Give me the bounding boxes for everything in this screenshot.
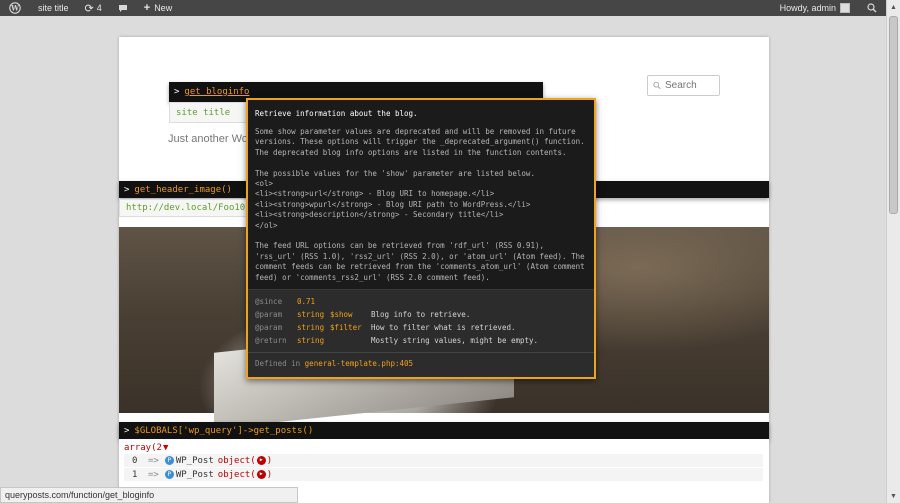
account-menu[interactable]: Howdy, admin (772, 0, 858, 16)
refresh-icon: ⟳ (84, 2, 94, 15)
expand-caret-icon: > (124, 184, 130, 195)
param-desc: Blog info to retrieve. (371, 310, 471, 319)
object-close: ) (266, 469, 273, 480)
new-label: New (154, 3, 173, 13)
expand-caret-icon: > (124, 425, 130, 436)
array-label: array(2 (124, 443, 162, 453)
bloginfo-value: site title (169, 102, 249, 123)
expand-caret-icon: > (174, 87, 180, 97)
doc-summary: Retrieve information about the blog. (255, 109, 418, 118)
class-badge-icon: P (164, 456, 174, 465)
expression-label[interactable]: $GLOBALS['wp_query']->get_posts() (134, 426, 313, 436)
return-line: @return string Mostly string values, mig… (255, 336, 538, 345)
list-item[interactable]: 1 => P WP_Post object( ▶ ) (124, 468, 763, 481)
param-type: string (297, 323, 325, 332)
since-tag: @since (255, 297, 283, 306)
param-tag: @param (255, 323, 283, 332)
comments-link[interactable] (110, 0, 136, 16)
site-title-link[interactable]: site title (30, 0, 77, 16)
divider (248, 352, 594, 353)
svg-text:W: W (10, 3, 19, 12)
posts-array-dump: array(2 ▼ 0 => P WP_Post object( ▶ ) 1 =… (119, 439, 769, 486)
updates-link[interactable]: ⟳ 4 (77, 0, 110, 16)
param-line: @param string $filter How to filter what… (255, 323, 516, 332)
function-name-link[interactable]: get_bloginfo (184, 87, 249, 97)
param-type: string (297, 310, 325, 319)
search-icon (867, 3, 877, 13)
class-name: WP_Post (175, 469, 214, 480)
param-var: $show (330, 310, 353, 319)
expand-object-icon[interactable]: ▶ (256, 470, 266, 479)
site-title-label: site title (38, 3, 69, 13)
plus-icon: + (143, 2, 151, 14)
new-content-link[interactable]: + New (136, 0, 180, 16)
posts-panel[interactable]: > $GLOBALS['wp_query']->get_posts() (119, 422, 769, 439)
class-name: WP_Post (175, 455, 214, 466)
return-type: string (297, 336, 325, 345)
status-url: queryposts.com/function/get_bloginfo (5, 490, 155, 500)
list-item[interactable]: 0 => P WP_Post object( ▶ ) (124, 454, 763, 467)
updates-count: 4 (96, 3, 102, 13)
status-bar: queryposts.com/function/get_bloginfo (0, 487, 298, 503)
return-tag: @return (255, 336, 287, 345)
doc-meta: @since 0.71 @param string $show Blog inf… (248, 289, 594, 377)
avatar (840, 3, 850, 13)
object-type: object( (217, 469, 256, 480)
param-line: @param string $show Blog info to retriev… (255, 310, 470, 319)
defined-in-line: Defined in general-template.php:405 (255, 359, 413, 368)
scroll-up-icon[interactable]: ▲ (887, 0, 900, 14)
collapse-triangle-icon[interactable]: ▼ (163, 443, 168, 453)
item-arrow: => (148, 469, 159, 480)
defined-label: Defined in (255, 359, 301, 368)
function-doc-tooltip: Retrieve information about the blog. Som… (246, 98, 596, 379)
param-desc: How to filter what is retrieved. (371, 323, 516, 332)
defined-file-link[interactable]: general-template.php:405 (305, 359, 413, 368)
item-index: 0 (132, 455, 138, 466)
object-close: ) (266, 455, 273, 466)
greeting-label: Howdy, admin (779, 3, 836, 13)
admin-bar: W site title ⟳ 4 + New Howdy, admin (0, 0, 886, 16)
admin-search-button[interactable] (858, 0, 886, 16)
since-line: @since 0.71 (255, 297, 315, 306)
class-badge-icon: P (164, 470, 174, 479)
item-arrow: => (148, 455, 159, 466)
param-var: $filter (330, 323, 362, 332)
comment-bubble-icon (118, 4, 127, 12)
wordpress-logo-icon[interactable]: W (0, 0, 30, 16)
expand-object-icon[interactable]: ▶ (256, 456, 266, 465)
since-value: 0.71 (297, 297, 316, 306)
site-search-field[interactable] (647, 75, 720, 96)
header-image-value: http://dev.local/Foo10/ (119, 199, 251, 217)
function-name-link[interactable]: get_header_image() (134, 185, 232, 195)
vertical-scrollbar[interactable]: ▲ ▼ (886, 0, 900, 503)
object-type: object( (217, 455, 256, 466)
site-search-input[interactable] (665, 80, 719, 91)
param-tag: @param (255, 310, 283, 319)
search-icon (653, 81, 661, 90)
item-index: 1 (132, 469, 138, 480)
return-desc: Mostly string values, might be empty. (371, 336, 539, 345)
scroll-down-icon[interactable]: ▼ (887, 489, 900, 503)
doc-description: Some show parameter values are deprecate… (255, 127, 585, 282)
scrollbar-thumb[interactable] (889, 16, 898, 214)
array-header[interactable]: array(2 ▼ (124, 443, 769, 453)
